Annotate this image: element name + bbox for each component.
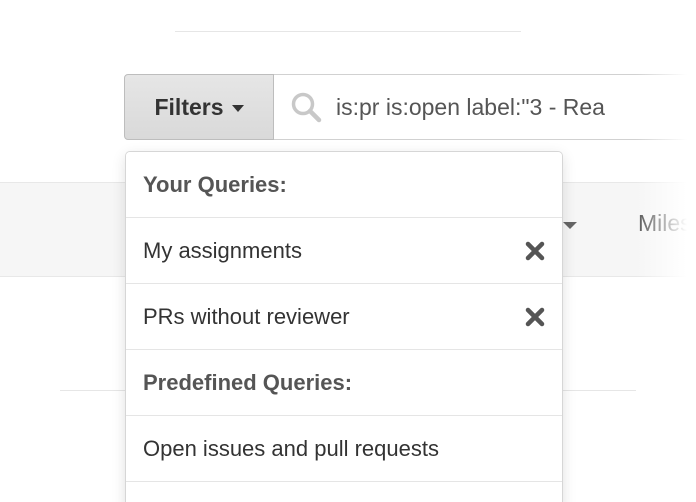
filters-dropdown-menu: Your Queries: My assignments PRs without… <box>125 151 563 502</box>
chevron-down-icon <box>563 222 577 229</box>
query-item-my-assignments[interactable]: My assignments <box>126 218 562 284</box>
chevron-down-icon <box>231 104 244 112</box>
section-heading: Your Queries: <box>143 171 287 197</box>
divider <box>175 31 521 32</box>
your-queries-header: Your Queries: <box>126 152 562 218</box>
query-item-open-issues-and-prs[interactable]: Open issues and pull requests <box>126 416 562 482</box>
remove-icon[interactable] <box>524 306 546 328</box>
filters-button[interactable]: Filters <box>124 74 274 140</box>
search-icon <box>291 92 322 123</box>
query-label: PRs without reviewer <box>143 303 350 329</box>
search-bar: Filters is:pr is:open label:"3 - Rea <box>124 74 696 140</box>
page: Miles Filters is:pr is:open label:"3 - R… <box>0 0 696 502</box>
search-query-text: is:pr is:open label:"3 - Rea <box>336 93 605 120</box>
milestones-filter-label[interactable]: Miles <box>638 210 692 237</box>
remove-icon[interactable] <box>524 240 546 262</box>
search-input[interactable]: is:pr is:open label:"3 - Rea <box>274 74 696 140</box>
predefined-queries-header: Predefined Queries: <box>126 350 562 416</box>
query-label: Open issues and pull requests <box>143 435 439 461</box>
query-label: My assignments <box>143 237 302 263</box>
query-item-prs-without-reviewer[interactable]: PRs without reviewer <box>126 284 562 350</box>
filters-button-label: Filters <box>154 93 224 120</box>
section-heading: Predefined Queries: <box>143 369 353 395</box>
